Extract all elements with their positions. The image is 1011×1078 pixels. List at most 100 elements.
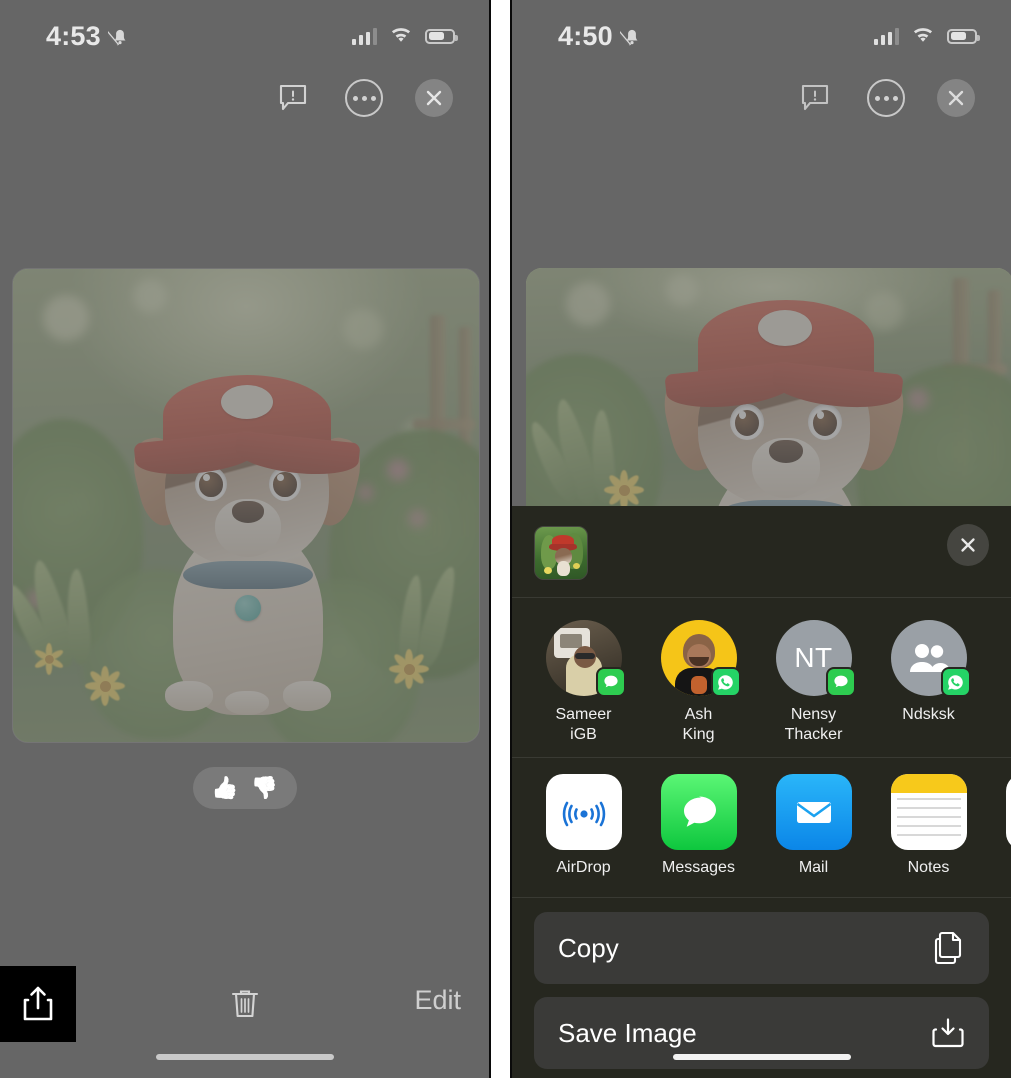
contact-ndsksk[interactable]: Ndsksk (871, 620, 986, 725)
ellipsis-dot (874, 95, 880, 101)
share-app-airdrop[interactable]: AirDrop (526, 774, 641, 877)
bottom-toolbar-left: Edit (0, 966, 489, 1078)
badge-whatsapp-icon (710, 667, 741, 697)
wifi-icon (913, 28, 933, 42)
bell-slash-icon (107, 29, 126, 46)
puppy-illustration (657, 268, 911, 506)
contact-name: Nensy Thacker (785, 705, 843, 746)
contact-sameer-igb[interactable]: Sameer iGB (526, 620, 641, 746)
ellipsis-dot (361, 95, 367, 101)
more-options-button[interactable] (345, 79, 383, 117)
contact-name-line2: iGB (570, 726, 597, 744)
contact-ash-king[interactable]: Ash King (641, 620, 756, 746)
shared-item-thumbnail[interactable] (534, 526, 588, 580)
cellular-signal-icon (351, 27, 377, 45)
share-apps-row: AirDrop Messages Mail Notes (512, 758, 1011, 898)
app-label: AirDrop (556, 859, 611, 876)
contact-name: Ash King (682, 705, 714, 746)
share-app-reminders[interactable]: Re (986, 774, 1011, 877)
right-phone-screen: 4:50 Sameer iGB Ash King NT Nensy Thacke… (510, 0, 1011, 1078)
badge-whatsapp-icon (940, 667, 971, 697)
status-right-group (873, 27, 980, 45)
app-label: Notes (907, 859, 950, 876)
contact-name-line1: Sameer (555, 706, 612, 723)
close-button[interactable] (937, 79, 975, 117)
action-label: Save Image (558, 1017, 697, 1048)
contact-name-line1: Ash (684, 706, 713, 723)
top-actions-right (795, 78, 975, 118)
top-actions-left (273, 78, 453, 118)
share-actions-list: Copy Save Image (512, 898, 1011, 1069)
status-right-group (351, 27, 458, 45)
save-download-icon (932, 1018, 964, 1048)
status-bar-right: 4:50 (512, 0, 1011, 72)
ellipsis-dot (892, 95, 898, 101)
puppy-illustration (121, 329, 373, 742)
thumbs-down-icon[interactable]: 👎 (251, 775, 278, 801)
reminders-icon (1005, 774, 1011, 850)
avatar-wrap: NT (775, 620, 856, 697)
contact-name: Sameer iGB (555, 705, 611, 746)
ellipsis-dot (370, 95, 376, 101)
action-label: Copy (558, 932, 619, 963)
home-indicator (672, 1054, 851, 1060)
status-bar-left: 4:53 (0, 0, 489, 72)
share-sheet: Sameer iGB Ash King NT Nensy Thacker Nds… (512, 506, 1011, 1078)
badge-messages-icon (825, 667, 856, 697)
status-time: 4:53 (46, 20, 101, 51)
copy-icon (934, 931, 962, 965)
battery-icon (947, 28, 980, 44)
report-speech-bubble-icon (801, 84, 829, 111)
dual-screenshot-stage: 4:53 👍 👎 Edit 4:50 Sameer iGB Ash King N… (0, 0, 1011, 1078)
home-indicator (155, 1054, 334, 1060)
panel-divider (491, 0, 510, 1078)
battery-icon (425, 28, 458, 44)
status-time: 4:50 (558, 20, 613, 51)
left-phone-screen: 4:53 👍 👎 Edit (0, 0, 491, 1078)
report-button[interactable] (273, 78, 313, 118)
share-sheet-header (512, 506, 1011, 598)
airdrop-icon (545, 774, 622, 850)
close-x-circle-icon (948, 90, 964, 106)
mail-icon (775, 774, 852, 850)
avatar-wrap (890, 620, 971, 697)
avatar-wrap (660, 620, 741, 697)
messages-icon (660, 774, 737, 850)
contact-name-line2: King (682, 726, 715, 744)
delete-button[interactable] (223, 982, 267, 1026)
trash-icon (231, 990, 258, 1018)
wifi-icon (391, 28, 411, 42)
flower-icon (602, 468, 646, 506)
report-speech-bubble-icon (279, 84, 307, 111)
action-copy[interactable]: Copy (534, 912, 989, 984)
edit-button[interactable]: Edit (414, 985, 461, 1016)
generated-image-cropped[interactable] (526, 268, 1011, 506)
close-button[interactable] (415, 79, 453, 117)
share-app-mail[interactable]: Mail (756, 774, 871, 877)
flower-icon (31, 641, 66, 676)
status-left-group: 4:50 (558, 21, 644, 52)
share-app-notes[interactable]: Notes (871, 774, 986, 877)
contact-name-line2: Thacker (784, 726, 843, 744)
feedback-pill: 👍 👎 (192, 767, 297, 809)
contact-name: Ndsksk (902, 705, 954, 725)
flower-icon (387, 647, 431, 691)
close-x-circle-icon (426, 90, 442, 106)
thumbs-up-icon[interactable]: 👍 (211, 775, 238, 801)
garden-scene (13, 269, 479, 742)
suggested-contacts-row: Sameer iGB Ash King NT Nensy Thacker Nds… (512, 598, 1011, 758)
report-button[interactable] (795, 78, 835, 118)
avatar-wrap (545, 620, 626, 697)
more-options-button[interactable] (867, 79, 905, 117)
contact-name-line1: Nensy (790, 706, 837, 723)
badge-messages-icon (595, 667, 626, 697)
generated-image-full[interactable] (12, 268, 480, 743)
ellipsis-dot (883, 95, 889, 101)
share-button[interactable] (0, 966, 76, 1042)
cellular-signal-icon (873, 27, 899, 45)
contact-nensy-thacker[interactable]: NT Nensy Thacker (756, 620, 871, 746)
app-label: Messages (662, 859, 735, 876)
ellipsis-dot (352, 95, 358, 101)
share-app-messages[interactable]: Messages (641, 774, 756, 877)
share-sheet-close-button[interactable] (947, 524, 989, 566)
